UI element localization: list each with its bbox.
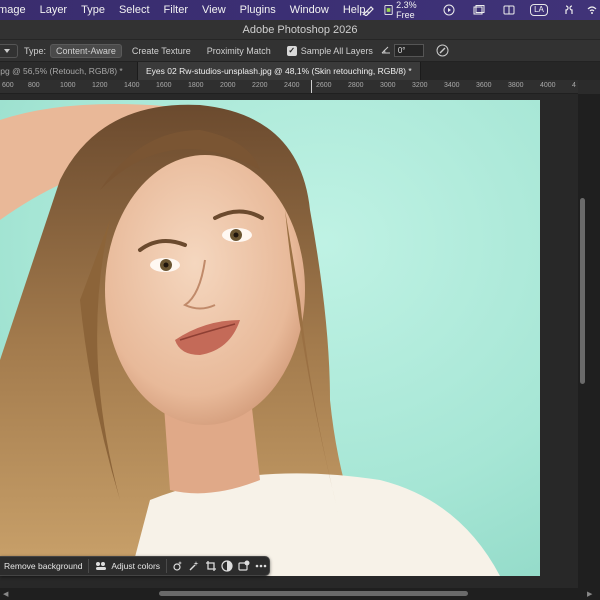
menu-type[interactable]: Type — [74, 4, 112, 16]
document-photo[interactable] — [0, 100, 540, 576]
angle-icon — [381, 46, 391, 56]
tab-label: .jpg @ 56,5% (Retouch, RGB/8) * — [0, 66, 123, 76]
wifi-icon[interactable] — [584, 0, 600, 20]
horizontal-ruler[interactable]: 600 800 1000 1200 1400 1600 1800 2000 22… — [0, 80, 578, 94]
contextual-task-bar: Remove background Adjust colors — [0, 556, 270, 576]
airpods-icon[interactable] — [554, 0, 584, 20]
grid-icon[interactable] — [494, 0, 524, 20]
sparkle-brush-icon[interactable] — [169, 558, 186, 574]
menu-view[interactable]: View — [195, 4, 233, 16]
mask-icon[interactable] — [219, 558, 236, 574]
ruler-label: 2000 — [220, 82, 236, 89]
ruler-label: 1000 — [60, 82, 76, 89]
ruler-label: 1600 — [156, 82, 172, 89]
mode-create-texture-button[interactable]: Create Texture — [126, 44, 197, 58]
crop-icon[interactable] — [202, 558, 219, 574]
ruler-label: 1400 — [124, 82, 140, 89]
portrait-photo-illustration — [0, 100, 540, 576]
sample-all-layers-checkbox[interactable]: ✓ — [286, 45, 297, 56]
ruler-label: 1800 — [188, 82, 204, 89]
canvas-area[interactable] — [0, 94, 578, 588]
menu-filter[interactable]: Filter — [157, 4, 195, 16]
ruler-label: 3600 — [476, 82, 492, 89]
vertical-scrollbar[interactable] — [578, 94, 600, 588]
sample-all-layers-label: Sample All Layers — [300, 45, 373, 56]
tool-options-bar: Type: Content-Aware Create Texture Proxi… — [0, 40, 600, 62]
document-tabs: .jpg @ 56,5% (Retouch, RGB/8) * Eyes 02 … — [0, 62, 600, 80]
tool-preset-dropdown[interactable] — [0, 43, 18, 58]
ruler-label: 800 — [28, 82, 40, 89]
memory-icon — [384, 4, 393, 16]
scroll-right-icon[interactable]: ▶ — [587, 590, 592, 598]
adjust-colors-icon — [96, 562, 107, 570]
tab-label: Eyes 02 Rw-studios-unsplash.jpg @ 48,1% … — [146, 66, 412, 76]
divider — [166, 559, 167, 573]
menu-layer[interactable]: Layer — [33, 4, 75, 16]
memory-free-text: 2.3% Free — [396, 0, 417, 20]
window-title: Adobe Photoshop 2026 — [0, 20, 600, 40]
pen-eraser-icon[interactable] — [354, 0, 384, 20]
mode-content-aware-button[interactable]: Content-Aware — [50, 43, 122, 58]
menu-image[interactable]: Image — [0, 4, 33, 16]
ruler-corner — [578, 80, 600, 94]
tab-skin-retouching-document[interactable]: Eyes 02 Rw-studios-unsplash.jpg @ 48,1% … — [138, 62, 421, 80]
angle-input[interactable]: 0° — [393, 44, 424, 57]
type-label: Type: — [24, 45, 47, 56]
pressure-size-icon[interactable] — [436, 44, 450, 58]
play-icon[interactable] — [434, 0, 464, 20]
user-badge-icon[interactable]: LA — [524, 0, 554, 20]
menu-select[interactable]: Select — [112, 4, 157, 16]
menu-plugins[interactable]: Plugins — [233, 4, 283, 16]
horizontal-scrollbar[interactable]: ◀ ▶ — [0, 588, 600, 600]
ruler-label: 3800 — [508, 82, 524, 89]
magic-select-icon[interactable] — [186, 558, 203, 574]
adjustment-icon[interactable] — [236, 558, 253, 574]
tab-retouch-document[interactable]: .jpg @ 56,5% (Retouch, RGB/8) * — [0, 62, 138, 80]
remove-background-button[interactable]: Remove background — [0, 558, 86, 574]
vertical-scroll-thumb[interactable] — [580, 198, 585, 384]
ruler-label: 1200 — [92, 82, 108, 89]
user-initials: LA — [530, 4, 548, 16]
ruler-label: 4000 — [540, 82, 556, 89]
ruler-label: 600 — [2, 82, 14, 89]
menu-bar: Image Layer Type Select Filter View Plug… — [0, 0, 600, 20]
ruler-label: 2800 — [348, 82, 364, 89]
horizontal-scroll-thumb[interactable] — [159, 591, 468, 596]
memory-indicator[interactable]: 2.3% Free — [384, 0, 434, 20]
ruler-cursor-marker — [311, 80, 312, 93]
ruler-label: 2600 — [316, 82, 332, 89]
ruler-label: 2200 — [252, 82, 268, 89]
ruler-label: 3400 — [444, 82, 460, 89]
ruler-label: 3200 — [412, 82, 428, 89]
window-icon[interactable] — [464, 0, 494, 20]
ruler-label: 4 — [572, 82, 576, 89]
scroll-left-icon[interactable]: ◀ — [3, 590, 8, 598]
ruler-label: 3000 — [380, 82, 396, 89]
more-icon[interactable] — [252, 558, 269, 574]
divider — [88, 559, 90, 573]
menubar-status-area: 2.3% Free LA — [354, 0, 600, 20]
mode-proximity-match-button[interactable]: Proximity Match — [201, 44, 277, 58]
ruler-label: 2400 — [284, 82, 300, 89]
adjust-colors-label: Adjust colors — [111, 561, 161, 571]
adjust-colors-button[interactable]: Adjust colors — [91, 558, 164, 574]
menu-window[interactable]: Window — [283, 4, 336, 16]
